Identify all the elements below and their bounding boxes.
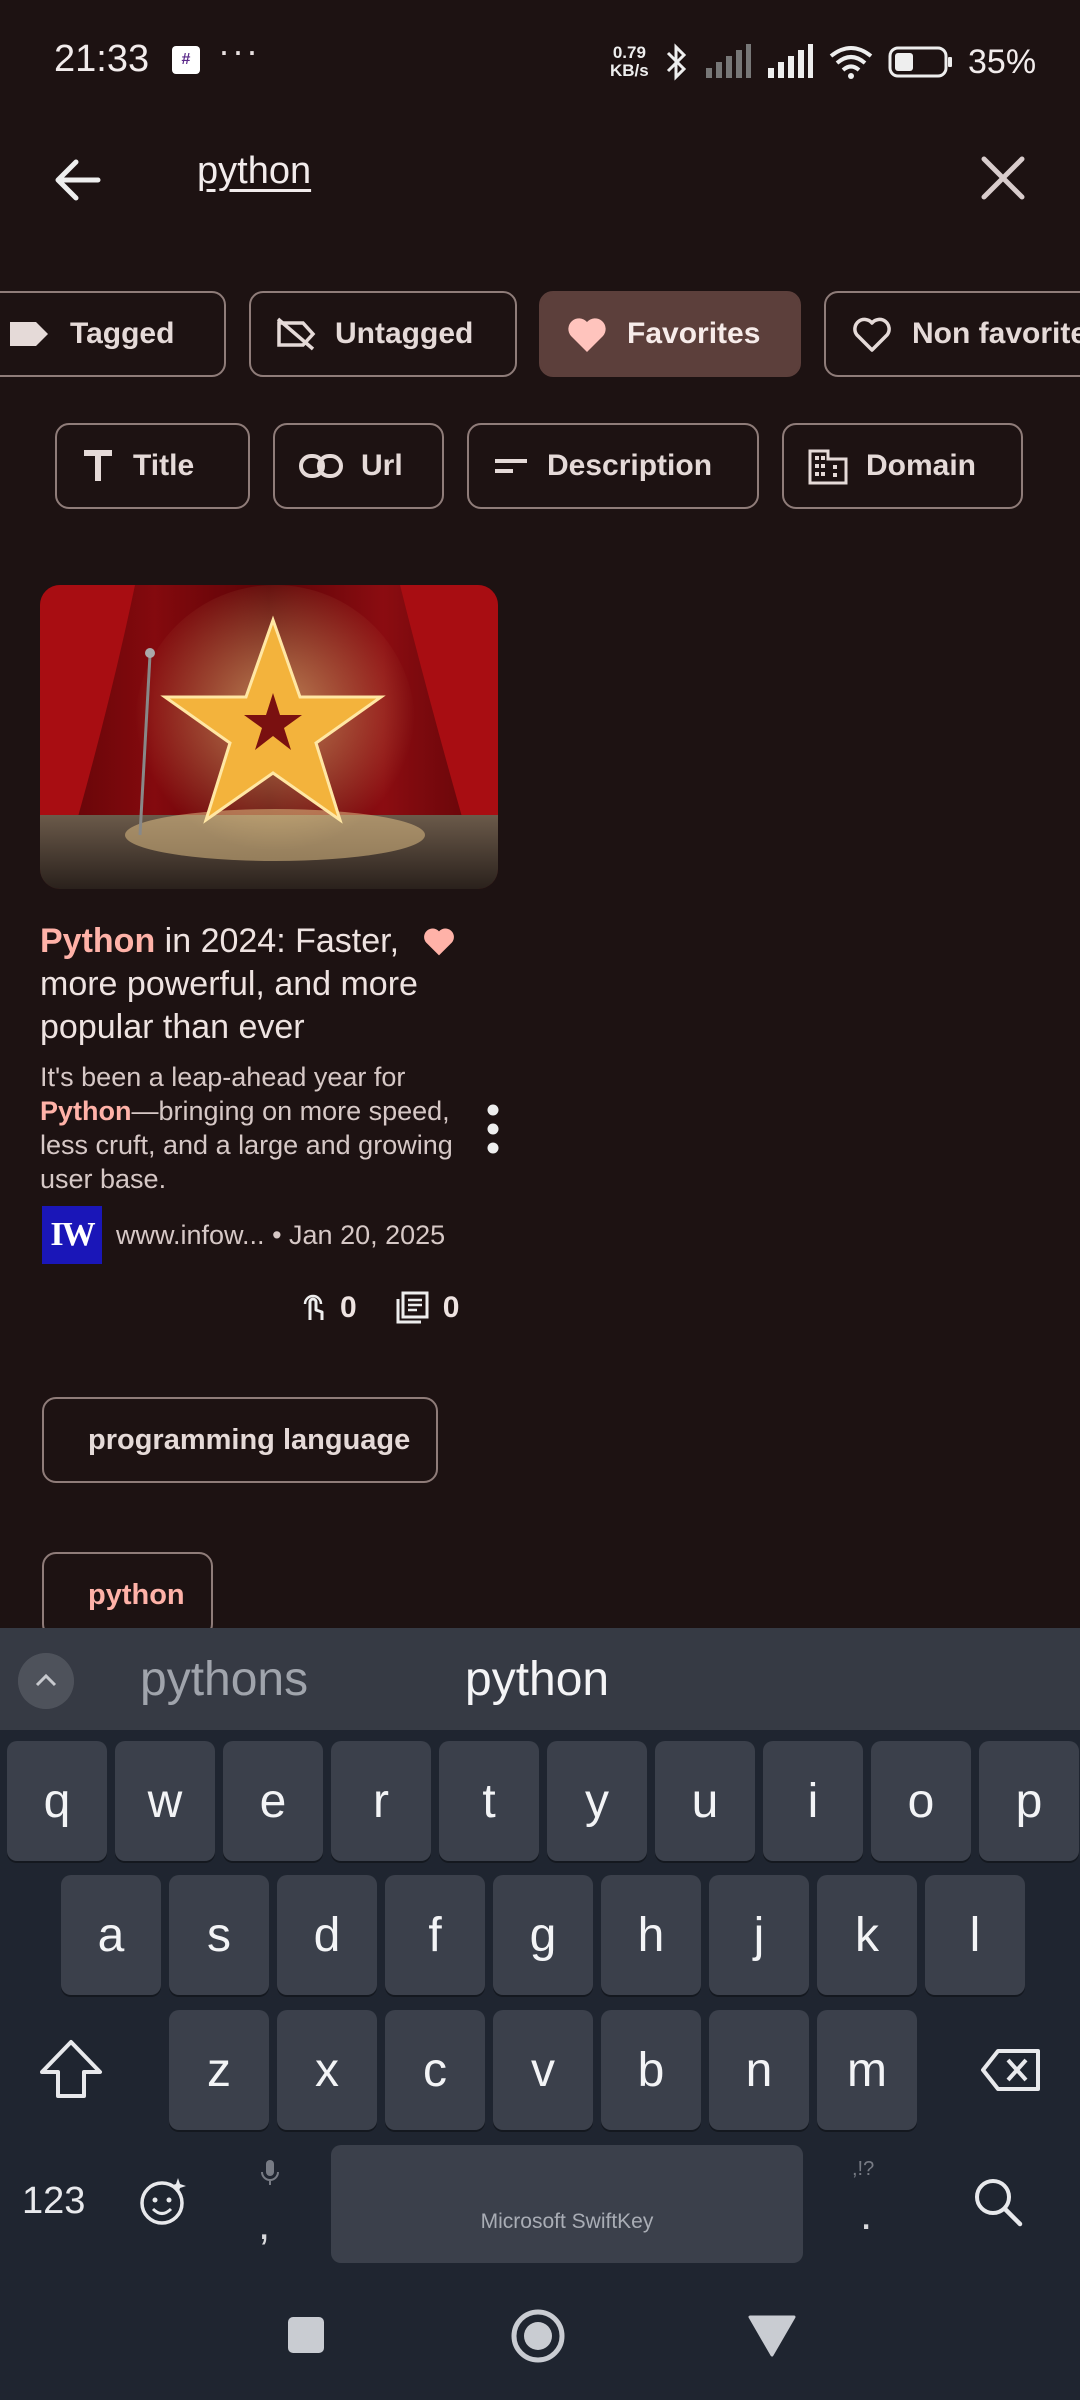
navigation-bar — [0, 2285, 1080, 2400]
bluetooth-icon — [666, 43, 687, 81]
chip-description[interactable]: Description — [467, 423, 759, 509]
text-icon — [84, 450, 112, 481]
bookmark-description: It's been a leap-ahead year for Python—b… — [40, 1062, 453, 1194]
description-icon — [495, 459, 527, 473]
period-hint: ,!? — [852, 2158, 875, 2180]
key-u[interactable]: u — [655, 1741, 755, 1861]
expand-toolbar-icon[interactable] — [18, 1653, 74, 1709]
chip-title[interactable]: Title — [55, 423, 250, 509]
key-t[interactable]: t — [439, 1741, 539, 1861]
slack-icon: # — [172, 46, 200, 74]
shift-icon[interactable] — [38, 2038, 104, 2100]
key-a[interactable]: a — [61, 1875, 161, 1995]
link-icon — [299, 454, 343, 478]
heart-outline-icon — [853, 317, 891, 352]
back-arrow-icon[interactable] — [52, 150, 102, 210]
bookmark-domain-date: www.infow... • Jan 20, 2025 — [116, 1220, 446, 1250]
favorite-heart-icon[interactable] — [421, 925, 457, 957]
key-q[interactable]: q — [7, 1741, 107, 1861]
key-g[interactable]: g — [493, 1875, 593, 1995]
chip-favorites[interactable]: Favorites — [539, 291, 801, 377]
key-i[interactable]: i — [763, 1741, 863, 1861]
chip-non-favorites[interactable]: Non favorite — [824, 291, 1080, 377]
status-bar: 21:33 # ··· 0.79 KB/s 35% — [0, 0, 1080, 120]
key-d[interactable]: d — [277, 1875, 377, 1995]
back-triangle-icon[interactable] — [748, 2315, 796, 2357]
key-l[interactable]: l — [925, 1875, 1025, 1995]
battery-icon — [888, 46, 952, 78]
tag-chip[interactable]: programming language — [42, 1397, 439, 1483]
chip-tagged[interactable]: Tagged — [0, 291, 226, 377]
chip-domain[interactable]: Domain — [782, 423, 1023, 509]
bookmark-title[interactable]: Python in 2024: Faster, more powerful, a… — [40, 920, 460, 1049]
key-n[interactable]: n — [709, 2010, 809, 2130]
emoji-icon[interactable] — [138, 2176, 188, 2226]
key-o[interactable]: o — [871, 1741, 971, 1861]
status-icons: 35% — [664, 34, 1036, 90]
period-key[interactable]: . — [860, 2190, 872, 2240]
star-on-stage-image — [40, 585, 498, 889]
notes-icon — [396, 1291, 429, 1324]
numbers-key[interactable]: 123 — [22, 2180, 85, 2223]
home-icon[interactable] — [510, 2308, 566, 2364]
mic-hint-icon — [261, 2160, 279, 2185]
suggestion-1[interactable]: pythons — [140, 1652, 308, 1707]
label-off-icon — [276, 317, 316, 351]
key-b[interactable]: b — [601, 2010, 701, 2130]
signal-icon-2 — [768, 44, 813, 78]
bookmark-thumbnail[interactable] — [40, 585, 498, 889]
more-options-icon[interactable] — [486, 1104, 500, 1154]
key-c[interactable]: c — [385, 2010, 485, 2130]
key-j[interactable]: j — [709, 1875, 809, 1995]
recents-icon[interactable] — [286, 2315, 326, 2355]
chip-url[interactable]: Url — [273, 423, 444, 509]
key-z[interactable]: z — [169, 2010, 269, 2130]
key-v[interactable]: v — [493, 2010, 593, 2130]
key-p[interactable]: p — [979, 1741, 1079, 1861]
touch-icon — [303, 1294, 324, 1320]
bookmark-stats: 0 0 — [300, 1291, 459, 1325]
close-icon[interactable] — [978, 153, 1028, 203]
label-icon — [10, 322, 48, 346]
signal-icon — [706, 44, 751, 78]
key-w[interactable]: w — [115, 1741, 215, 1861]
key-r[interactable]: r — [331, 1741, 431, 1861]
key-e[interactable]: e — [223, 1741, 323, 1861]
key-h[interactable]: h — [601, 1875, 701, 1995]
search-input[interactable]: python — [197, 150, 311, 193]
key-f[interactable]: f — [385, 1875, 485, 1995]
key-x[interactable]: x — [277, 2010, 377, 2130]
tag-chip-highlighted[interactable]: python — [42, 1552, 213, 1638]
space-bar-label: Microsoft SwiftKey — [480, 2210, 654, 2233]
network-speed: 0.79 KB/s — [610, 43, 649, 80]
battery-percent: 35% — [968, 42, 1037, 81]
wifi-icon — [829, 46, 873, 79]
key-k[interactable]: k — [817, 1875, 917, 1995]
more-notifications-icon: ··· — [218, 30, 260, 71]
site-favicon: IW — [42, 1206, 102, 1264]
domain-icon — [808, 449, 848, 485]
status-time: 21:33 — [54, 38, 150, 80]
search-icon[interactable] — [972, 2176, 1024, 2228]
key-s[interactable]: s — [169, 1875, 269, 1995]
suggestion-2[interactable]: python — [465, 1652, 609, 1707]
key-y[interactable]: y — [547, 1741, 647, 1861]
space-bar[interactable] — [331, 2145, 803, 2263]
heart-filled-icon — [568, 318, 606, 352]
comma-key[interactable]: , — [258, 2200, 270, 2250]
chip-untagged[interactable]: Untagged — [249, 291, 517, 377]
backspace-icon[interactable] — [980, 2048, 1042, 2092]
key-m[interactable]: m — [817, 2010, 917, 2130]
